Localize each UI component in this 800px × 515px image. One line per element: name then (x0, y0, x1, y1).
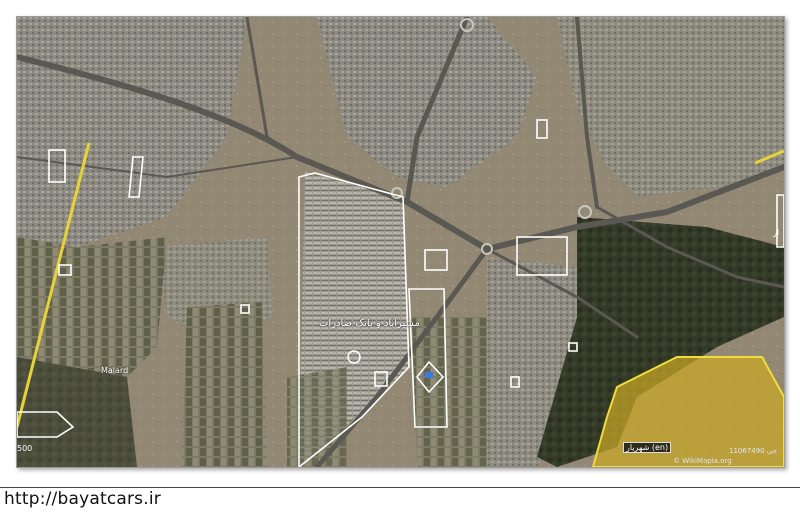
place-label-center[interactable]: مشیرآباد و بانک صادرات (319, 318, 420, 329)
map-viewport[interactable]: Malard مشیرآباد و بانک صادرات شهریار (en… (16, 16, 785, 468)
place-label-shahriar[interactable]: شهریار (en) (623, 442, 672, 453)
satellite-map (17, 17, 784, 467)
place-label-right-edge[interactable]: ار (773, 228, 779, 237)
footer-url[interactable]: http://bayatcars.ir (4, 489, 161, 509)
map-credit: © WikiMapia.org (673, 457, 732, 465)
place-label-malard[interactable]: Malard (101, 366, 128, 375)
map-scale: 500 (17, 444, 33, 453)
map-id-text: 11067490 جی (729, 447, 778, 455)
footer-divider (0, 487, 800, 488)
